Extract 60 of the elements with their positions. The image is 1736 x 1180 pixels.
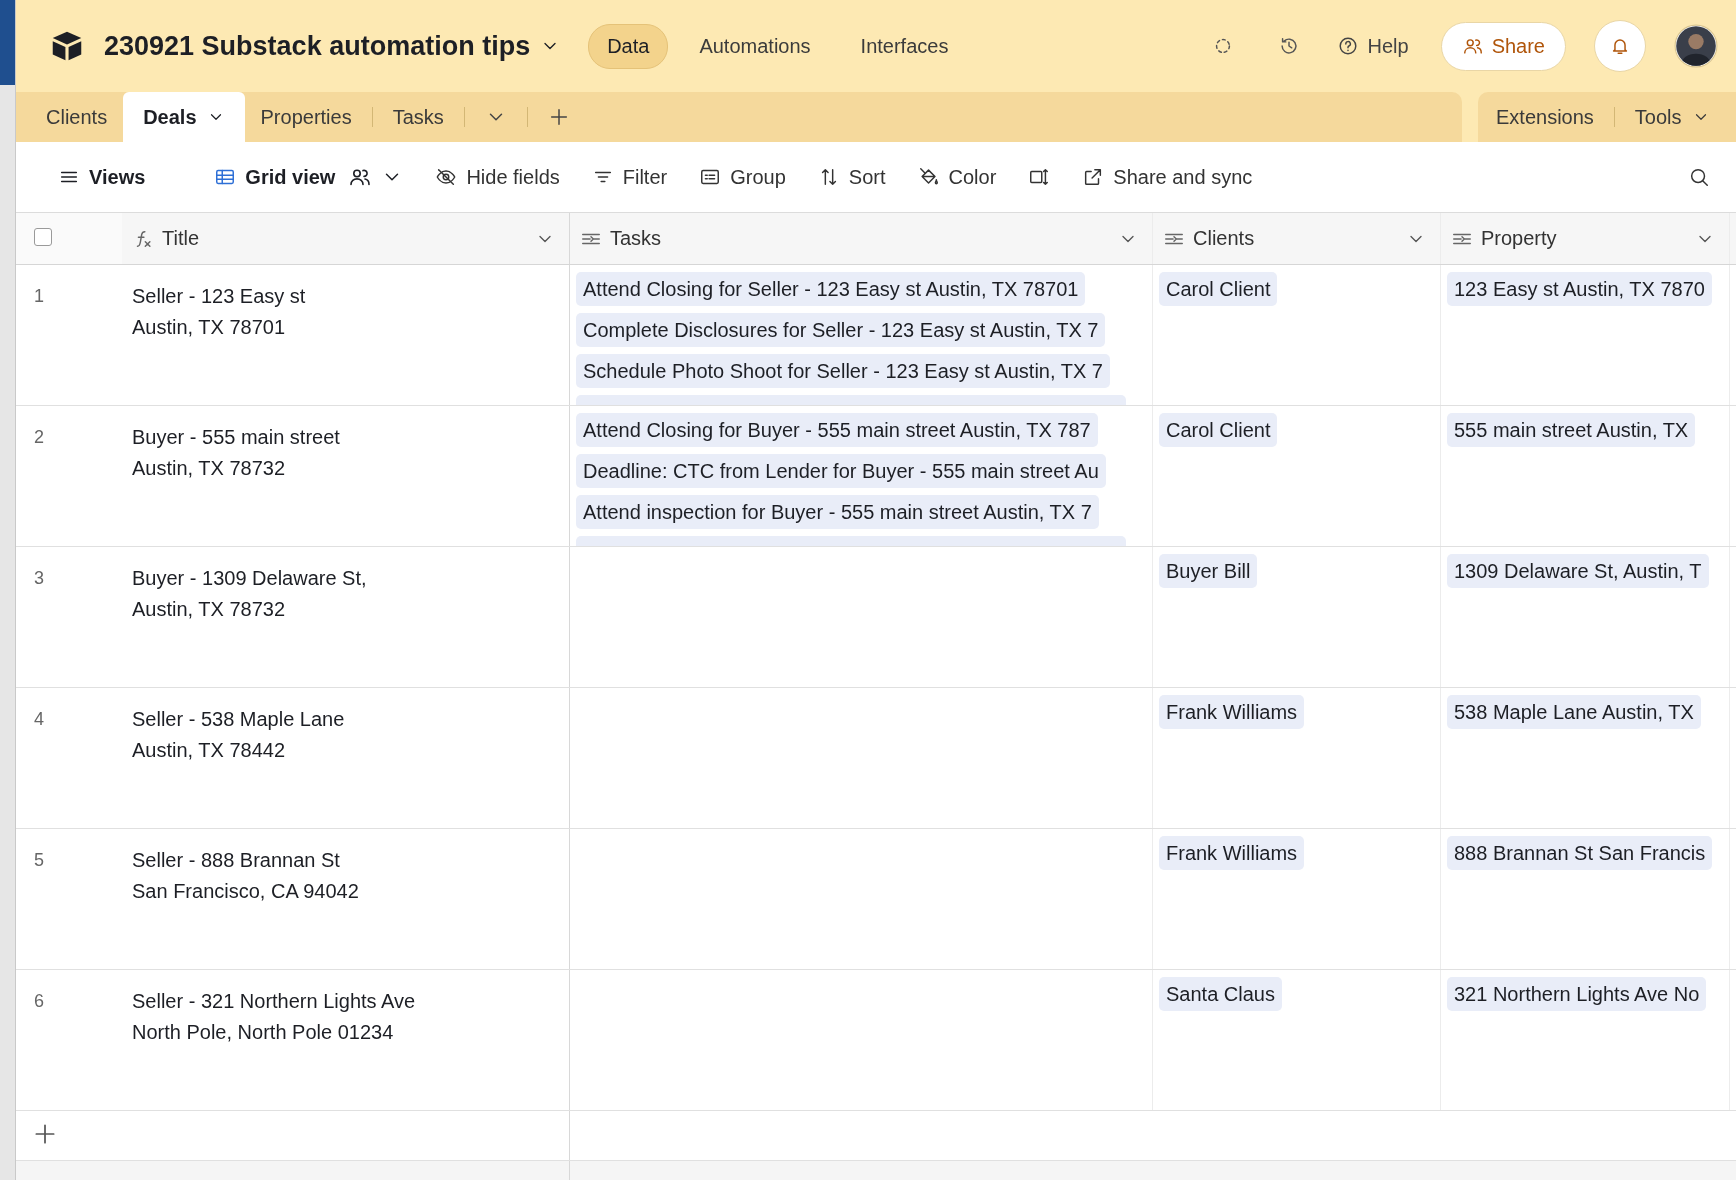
table-cell-text: Buyer - 555 main street Austin, TX 78732 [132, 425, 341, 481]
linked-property-pill[interactable]: 555 main street Austin, TX [1447, 413, 1696, 447]
toolbar-menu-button[interactable]: Extensions [1480, 92, 1610, 142]
table-cell-text: Seller - 321 Northern Lights Ave North Pole, North Pole 01234 [132, 989, 417, 1045]
linked-property-pill[interactable]: 888 Brannan St San Francis [1447, 836, 1713, 870]
toolbar-button[interactable]: Hide fields [423, 157, 572, 197]
search-icon [1688, 166, 1710, 188]
avatar[interactable] [1674, 24, 1718, 68]
table-tab[interactable]: Clients [30, 92, 124, 142]
linked-property-pill[interactable]: 123 Easy st Austin, TX 7870 [1447, 272, 1712, 306]
toolbar-button[interactable]: Share and sync [1070, 157, 1265, 197]
linked-property-pill[interactable]: 1309 Delaware St, Austin, T [1447, 554, 1709, 588]
linked-task-pill[interactable]: Attend Closing for Seller - 123 Easy st Austin, TX 78701 [576, 272, 1086, 306]
table-cell-text: Seller - 538 Maple Lane Austin, TX 78442 [132, 707, 346, 763]
table-tab[interactable]: Tasks [376, 92, 460, 142]
row-number: 4 [34, 709, 44, 729]
linked-task-pill[interactable]: Deadline: CTC from Lender for Buyer - 555 main street Au [576, 454, 1106, 488]
view-switcher[interactable]: Grid view [202, 157, 416, 197]
row-height-icon [1028, 166, 1051, 188]
linked-client-pill[interactable]: Carol Client [1159, 272, 1278, 306]
linked-client-pill[interactable]: Frank Williams [1159, 836, 1305, 870]
column-header[interactable]: Property [1441, 213, 1730, 264]
row-number: 6 [34, 991, 44, 1011]
views-button[interactable]: Views [46, 157, 158, 197]
nav-tab[interactable]: Interfaces [841, 23, 968, 69]
linked-property-pill[interactable]: 321 Northern Lights Ave No [1447, 977, 1707, 1011]
help-button[interactable]: Help [1333, 26, 1413, 66]
linked-task-pill[interactable]: Complete Disclosures for Seller - 123 Easy st Austin, TX 7 [576, 313, 1106, 347]
nav-tab[interactable]: Automations [680, 23, 830, 69]
column-header[interactable]: Title [122, 213, 570, 264]
select-all-checkbox[interactable] [34, 228, 52, 246]
table-tab[interactable]: Properties [244, 92, 368, 142]
row-number: 2 [34, 427, 44, 447]
toolbar-menu-button[interactable]: Tools [1618, 92, 1726, 142]
table-tab[interactable]: Deals [123, 92, 245, 142]
toolbar-button[interactable]: Sort [805, 157, 898, 197]
eye-slash-icon [435, 166, 458, 188]
linked-client-pill[interactable]: Frank Williams [1159, 695, 1305, 729]
column-header[interactable]: Tasks [570, 213, 1153, 264]
toolbar-button[interactable]: Color [905, 157, 1009, 197]
linked-client-pill[interactable]: Santa Claus [1159, 977, 1282, 1011]
row-number: 5 [34, 850, 44, 870]
linked-task-pill[interactable]: Attend inspection for Buyer - 555 main street Austin, TX 7 [576, 495, 1099, 529]
toolbar-button[interactable]: Group [687, 157, 798, 197]
column-header[interactable]: Clients [1153, 213, 1441, 264]
table-cell-text: Buyer - 1309 Delaware St, Austin, TX 78732 [132, 566, 368, 622]
table-cell-text: Seller - 123 Easy st Austin, TX 78701 [132, 284, 307, 340]
nav-tab[interactable]: Data [588, 23, 669, 69]
linked-client-pill[interactable]: Carol Client [1159, 413, 1278, 447]
linked-task-pill[interactable]: Attend Closing for Buyer - 555 main street Austin, TX 787 [576, 413, 1098, 447]
share-button[interactable]: Share [1440, 21, 1566, 71]
toolbar-button[interactable]: Filter [579, 157, 680, 197]
table-cell-text: Seller - 888 Brannan St San Francisco, CA 94042 [132, 848, 360, 904]
linked-client-pill[interactable]: Buyer Bill [1159, 554, 1258, 588]
base-name-button[interactable]: 230921 Substack automation tips [104, 30, 561, 62]
linked-property-pill[interactable]: 538 Maple Lane Austin, TX [1447, 695, 1701, 729]
row-number: 1 [34, 286, 44, 306]
linked-task-pill[interactable]: Schedule Photo Shoot for Seller - 123 Easy st Austin, TX 7 [576, 354, 1110, 388]
notifications-button[interactable] [1594, 20, 1646, 72]
row-number: 3 [34, 568, 44, 588]
